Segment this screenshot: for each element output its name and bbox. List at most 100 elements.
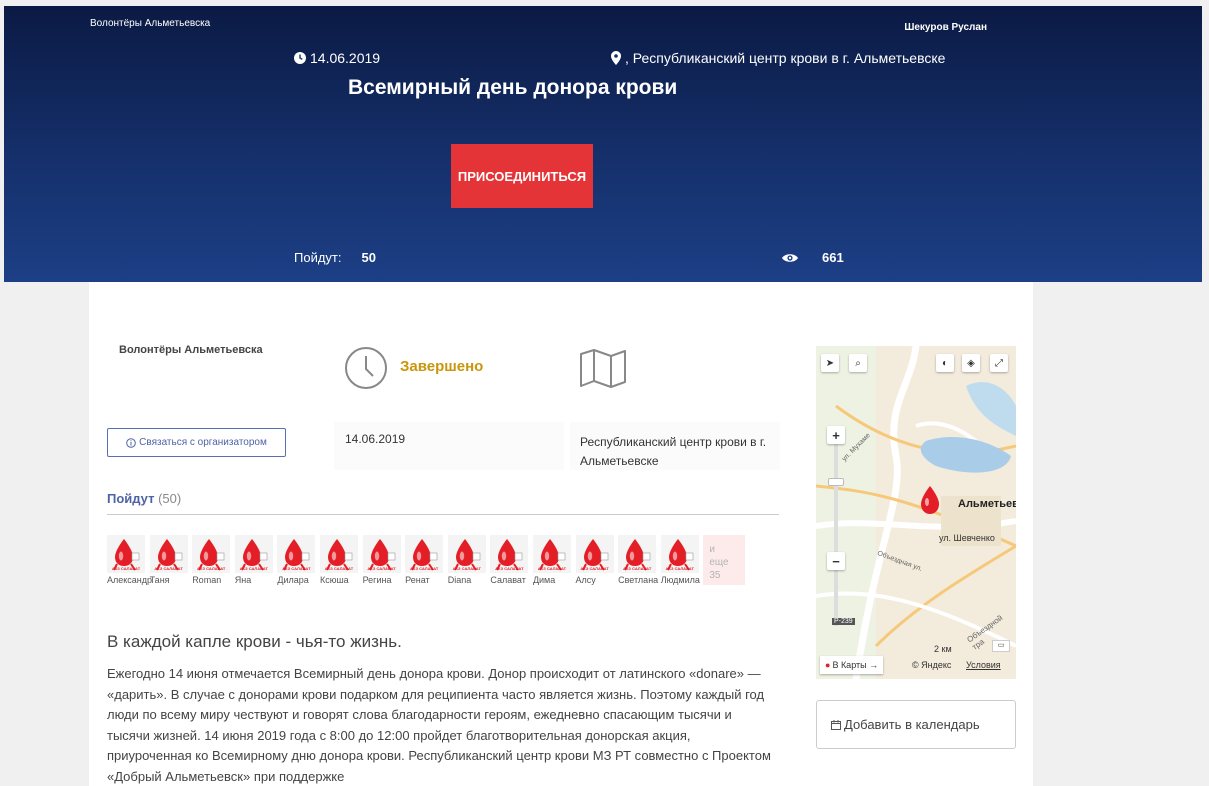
event-card: Волонтёры Альметьевска Завершено Связать… [89, 282, 1033, 786]
fullscreen-icon[interactable]: ⤢ [990, 354, 1008, 372]
participant-name: Людмила [660, 575, 700, 585]
map-search-icon[interactable]: ⌕ [849, 354, 867, 372]
avatar: АКЗ САЛАВАТ [405, 535, 444, 573]
more-label: еще [709, 557, 729, 568]
avatar-logo-text: АКЗ САЛАВАТ [665, 566, 694, 571]
going-count: 50 [361, 250, 376, 265]
event-map-marker[interactable] [918, 486, 942, 521]
participant-name: Салават [490, 575, 526, 585]
participant-name: Diana [447, 575, 472, 585]
participant-item[interactable]: АКЗ САЛАВАТ Светлана [618, 535, 661, 585]
tab-going-label: Пойдут [107, 491, 155, 506]
zoom-slider-handle[interactable] [828, 478, 844, 486]
more-count: 35 [709, 570, 721, 581]
header-org-name[interactable]: Волонтёры Альметьевска [90, 18, 210, 29]
layers-icon[interactable]: ◈ [962, 354, 980, 372]
more-participants-button[interactable]: и еще 35 [703, 535, 746, 585]
participant-item[interactable]: АКЗ САЛАВАТ Людмила [660, 535, 704, 585]
map-road-label: Р-239 [832, 618, 855, 625]
tab-going[interactable]: Пойдут (50) [107, 491, 181, 506]
avatar: АКЗ САЛАВАТ [660, 535, 699, 573]
header-place-text: , Республиканский центр крови в г. Альме… [625, 50, 946, 66]
header-place: , Республиканский центр крови в г. Альме… [611, 50, 945, 66]
participant-name: Александр [107, 575, 153, 585]
organizer-name[interactable]: Волонтёры Альметьевска [119, 344, 263, 356]
avatar: АКЗ САЛАВАТ [234, 535, 273, 573]
participant-item[interactable]: АКЗ САЛАВАТ Ренат [405, 535, 448, 585]
participant-item[interactable]: АКЗ САЛАВАТ Дилара [277, 535, 320, 585]
avatar: АКЗ САЛАВАТ [277, 535, 316, 573]
participant-item[interactable]: АКЗ САЛАВАТ Дима [532, 535, 576, 585]
avatar: АКЗ САЛАВАТ [575, 535, 614, 573]
map-copyright: © Яндекс [912, 660, 952, 670]
info-icon [126, 437, 136, 448]
map-scale: 2 км [934, 644, 952, 654]
avatar: АКЗ САЛАВАТ [319, 535, 358, 573]
add-to-calendar-label: Добавить в календарь [844, 717, 980, 732]
going-label: Пойдут: [294, 250, 342, 265]
contact-organizer-label: Связаться с организатором [139, 437, 267, 448]
views-summary: 661 [782, 250, 844, 265]
participant-name: Регина [362, 575, 392, 585]
avatar-logo-text: АКЗ САЛАВАТ [495, 566, 524, 571]
avatar: АКЗ САЛАВАТ [149, 535, 188, 573]
contact-organizer-button[interactable]: Связаться с организатором [107, 428, 286, 457]
participant-name: Яна [234, 575, 252, 585]
avatar-logo-text: АКЗ САЛАВАТ [239, 566, 268, 571]
eye-icon [782, 253, 798, 262]
traffic-icon[interactable]: ◐ [936, 354, 954, 372]
zoom-out-button[interactable]: − [827, 552, 845, 570]
yandex-map[interactable]: ➤ ⌕ ◐ ◈ ⤢ + − Альметьев ул. Шевченко Объ… [816, 346, 1016, 679]
participant-item[interactable]: АКЗ САЛАВАТ Александр [107, 535, 153, 585]
avatar: АКЗ САЛАВАТ [192, 535, 231, 573]
event-date-box: 14.06.2019 [334, 422, 564, 470]
participant-name: Ксюша [319, 575, 349, 585]
tab-going-count: (50) [158, 491, 182, 506]
event-place-box: Республиканский центр крови в г. Альметь… [570, 422, 780, 470]
participant-name: Дима [532, 575, 556, 585]
participants-list: АКЗ САЛАВАТ Александр АКЗ САЛАВАТ Таня АКЗ С… [107, 535, 746, 585]
participant-item[interactable]: АКЗ САЛАВАТ Регина [362, 535, 406, 585]
avatar-logo-text: АКЗ САЛАВАТ [324, 566, 354, 571]
status-clock-icon [344, 346, 388, 395]
participant-name: Ренат [405, 575, 430, 585]
participant-item[interactable]: АКЗ САЛАВАТ Roman [192, 535, 235, 585]
header-date: 14.06.2019 [294, 50, 380, 66]
map-street-label: ул. Шевченко [939, 533, 995, 543]
avatar-logo-text: АКЗ САЛАВАТ [111, 566, 141, 571]
participant-item[interactable]: АКЗ САЛАВАТ Diana [447, 535, 491, 585]
description-quote: В каждой капле крови - чья-то жизнь. [107, 632, 402, 651]
map-terms-link[interactable]: Условия [966, 660, 1001, 670]
zoom-in-button[interactable]: + [827, 426, 845, 444]
event-header: Волонтёры Альметьевска Шекуров Руслан 14… [4, 6, 1202, 282]
calendar-icon [831, 719, 841, 730]
open-in-maps-button[interactable]: ● В Карты → [820, 656, 884, 674]
map-pin-icon [611, 51, 621, 65]
avatar-logo-text: АКЗ САЛАВАТ [580, 566, 609, 571]
avatar-logo-text: АКЗ САЛАВАТ [154, 566, 183, 571]
open-in-maps-label: В Карты → [832, 660, 879, 670]
avatar: АКЗ САЛАВАТ [447, 535, 486, 573]
avatar: АКЗ САЛАВАТ [490, 535, 529, 573]
avatar: АКЗ САЛАВАТ [362, 535, 401, 573]
avatar-logo-text: АКЗ САЛАВАТ [282, 566, 311, 571]
description-text: Ежегодно 14 июня отмечается Всемирный де… [107, 666, 771, 784]
add-to-calendar-button[interactable]: Добавить в календарь [816, 700, 1016, 749]
participant-item[interactable]: АКЗ САЛАВАТ Ксюша [319, 535, 363, 585]
avatar-logo-text: АКЗ САЛАВАТ [197, 566, 226, 571]
event-status: Завершено [400, 358, 484, 375]
avatar: АКЗ САЛАВАТ [107, 535, 145, 573]
locate-icon[interactable]: ➤ [821, 354, 839, 372]
going-summary: Пойдут: 50 [294, 250, 376, 265]
clock-icon [294, 52, 306, 64]
ruler-icon[interactable]: ▭ [992, 640, 1010, 652]
participant-item[interactable]: АКЗ САЛАВАТ Салават [490, 535, 533, 585]
join-button[interactable]: ПРИСОЕДИНИТЬСЯ [451, 144, 593, 208]
participant-item[interactable]: АКЗ САЛАВАТ Таня [149, 535, 193, 585]
more-label: и [709, 544, 715, 555]
participant-item[interactable]: АКЗ САЛАВАТ Алсу [575, 535, 619, 585]
avatar: АКЗ САЛАВАТ [532, 535, 571, 573]
header-user-name[interactable]: Шекуров Руслан [904, 22, 987, 33]
participant-name: Алсу [575, 575, 596, 585]
participant-item[interactable]: АКЗ САЛАВАТ Яна [234, 535, 278, 585]
